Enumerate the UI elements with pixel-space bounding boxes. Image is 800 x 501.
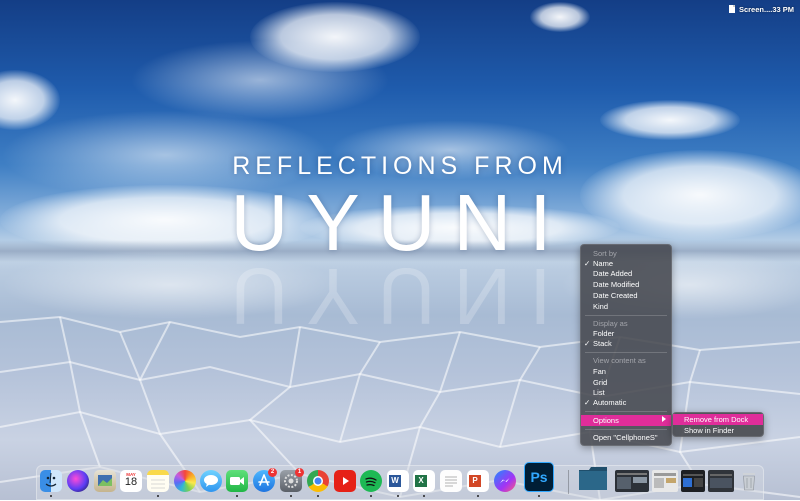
textedit-icon[interactable]: [440, 470, 462, 492]
running-indicator: [397, 495, 399, 497]
dock-separator: [568, 470, 569, 494]
facetime-icon[interactable]: [226, 470, 248, 492]
menu-item-display-stack[interactable]: ✓ Stack: [581, 339, 671, 349]
checkmark-icon: ✓: [584, 259, 591, 268]
minimized-window-thumbnail[interactable]: [681, 470, 705, 492]
siri-icon[interactable]: [67, 470, 89, 492]
menu-item-display-folder[interactable]: Folder: [581, 329, 671, 339]
document-icon: [728, 5, 735, 13]
powerpoint-icon[interactable]: P: [467, 470, 489, 492]
running-indicator: [290, 495, 292, 497]
running-indicator: [50, 495, 52, 497]
finder-icon[interactable]: [40, 470, 62, 492]
menu-item-sort-name[interactable]: ✓ Name: [581, 259, 671, 269]
notes-icon[interactable]: [147, 470, 169, 492]
folder-stack-icon[interactable]: [578, 464, 608, 492]
menu-item-sort-kind[interactable]: Kind: [581, 302, 671, 312]
photos-icon[interactable]: [174, 470, 196, 492]
wallpaper-title-reflection: UYUNI: [0, 252, 800, 341]
photoshop-icon[interactable]: Ps: [524, 462, 554, 492]
running-indicator: [370, 495, 372, 497]
cloud-streak: [130, 40, 390, 120]
app-store-badge: 2: [268, 468, 277, 477]
menu-separator: [585, 352, 667, 353]
cloud: [530, 2, 590, 32]
wallpaper-title-reflection-text: UYUNI: [230, 252, 570, 341]
messenger-icon[interactable]: [494, 470, 516, 492]
calendar-icon[interactable]: MAY 18: [120, 470, 142, 492]
wallpaper-title-wrap: UYUNI: [0, 183, 800, 263]
spotify-icon[interactable]: [360, 470, 382, 492]
menu-separator: [585, 429, 667, 430]
sort-by-header: Sort by: [593, 249, 617, 258]
system-preferences-badge: 1: [295, 468, 304, 477]
menu-item-sort-date-modified[interactable]: Date Modified: [581, 280, 671, 290]
running-indicator: [538, 495, 540, 497]
menu-item-options[interactable]: Options: [581, 415, 671, 426]
cloud: [600, 100, 740, 140]
running-indicator: [157, 495, 159, 497]
menu-separator: [585, 411, 667, 412]
menu-item-view-list[interactable]: List: [581, 388, 671, 398]
minimized-window-thumbnail[interactable]: [652, 470, 678, 492]
menu-item-view-fan[interactable]: Fan: [581, 367, 671, 377]
trash-icon[interactable]: [738, 470, 760, 492]
view-content-header: View content as: [593, 356, 646, 365]
submenu-arrow-icon: [662, 416, 666, 422]
menu-separator: [585, 315, 667, 316]
menu-item-sort-date-added[interactable]: Date Added: [581, 269, 671, 279]
wallpaper-title-line2: UYUNI: [230, 178, 570, 267]
youtube-icon[interactable]: [334, 470, 356, 492]
running-indicator: [317, 495, 319, 497]
options-submenu: Remove from Dock Show in Finder: [672, 412, 764, 437]
menu-item-view-automatic[interactable]: ✓ Automatic: [581, 398, 671, 408]
messages-icon[interactable]: [200, 470, 222, 492]
running-indicator: [423, 495, 425, 497]
dock-stack-context-menu: Sort by ✓ Name Date Added Date Modified …: [580, 244, 672, 446]
minimized-window-thumbnail[interactable]: [708, 470, 734, 492]
menubar-status[interactable]: Screen....33 PM: [728, 2, 794, 16]
checkmark-icon: ✓: [584, 398, 591, 407]
chrome-icon[interactable]: [307, 470, 329, 492]
checkmark-icon: ✓: [584, 339, 591, 348]
menu-item-sort-date-created[interactable]: Date Created: [581, 291, 671, 301]
running-indicator: [477, 495, 479, 497]
preview-icon[interactable]: [94, 470, 116, 492]
menu-item-view-grid[interactable]: Grid: [581, 378, 671, 388]
display-as-header: Display as: [593, 319, 628, 328]
excel-icon[interactable]: X: [413, 470, 435, 492]
menu-item-remove-from-dock[interactable]: Remove from Dock: [673, 414, 763, 425]
running-indicator: [236, 495, 238, 497]
cloud: [0, 70, 60, 130]
word-icon[interactable]: W: [387, 470, 409, 492]
minimized-window-thumbnail[interactable]: [615, 470, 649, 492]
menubar-status-text: Screen....33 PM: [738, 4, 794, 14]
menu-item-show-in-finder[interactable]: Show in Finder: [673, 425, 763, 436]
wallpaper-title-line1: REFLECTIONS FROM: [232, 152, 568, 180]
menu-item-open-cellphones[interactable]: Open "CellphoneS": [581, 433, 671, 443]
